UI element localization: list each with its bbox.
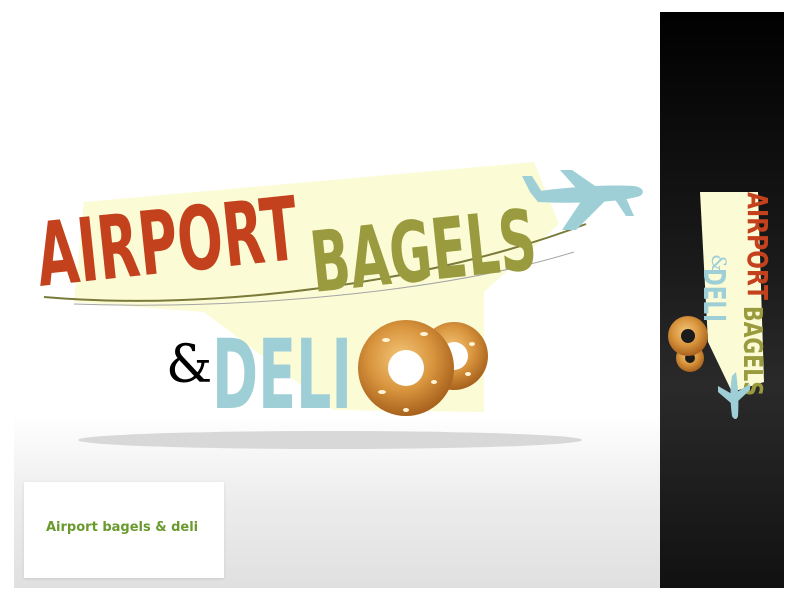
ground-shadow (78, 431, 582, 449)
vertical-word-bagels: BAGELS (737, 306, 767, 396)
logo-ampersand: & (166, 335, 212, 395)
vertical-word-airport: AIRPORT (741, 192, 774, 300)
vertical-word-deli: DELI (696, 268, 731, 322)
dark-preview-panel: AIRPORT BAGELS & DELI (660, 12, 784, 588)
bagel-icon-vertical (668, 316, 708, 372)
logo-word-deli: DELI (212, 319, 352, 431)
caption-card: Airport bagels & deli (24, 482, 224, 578)
caption-text: Airport bagels & deli (46, 520, 199, 535)
